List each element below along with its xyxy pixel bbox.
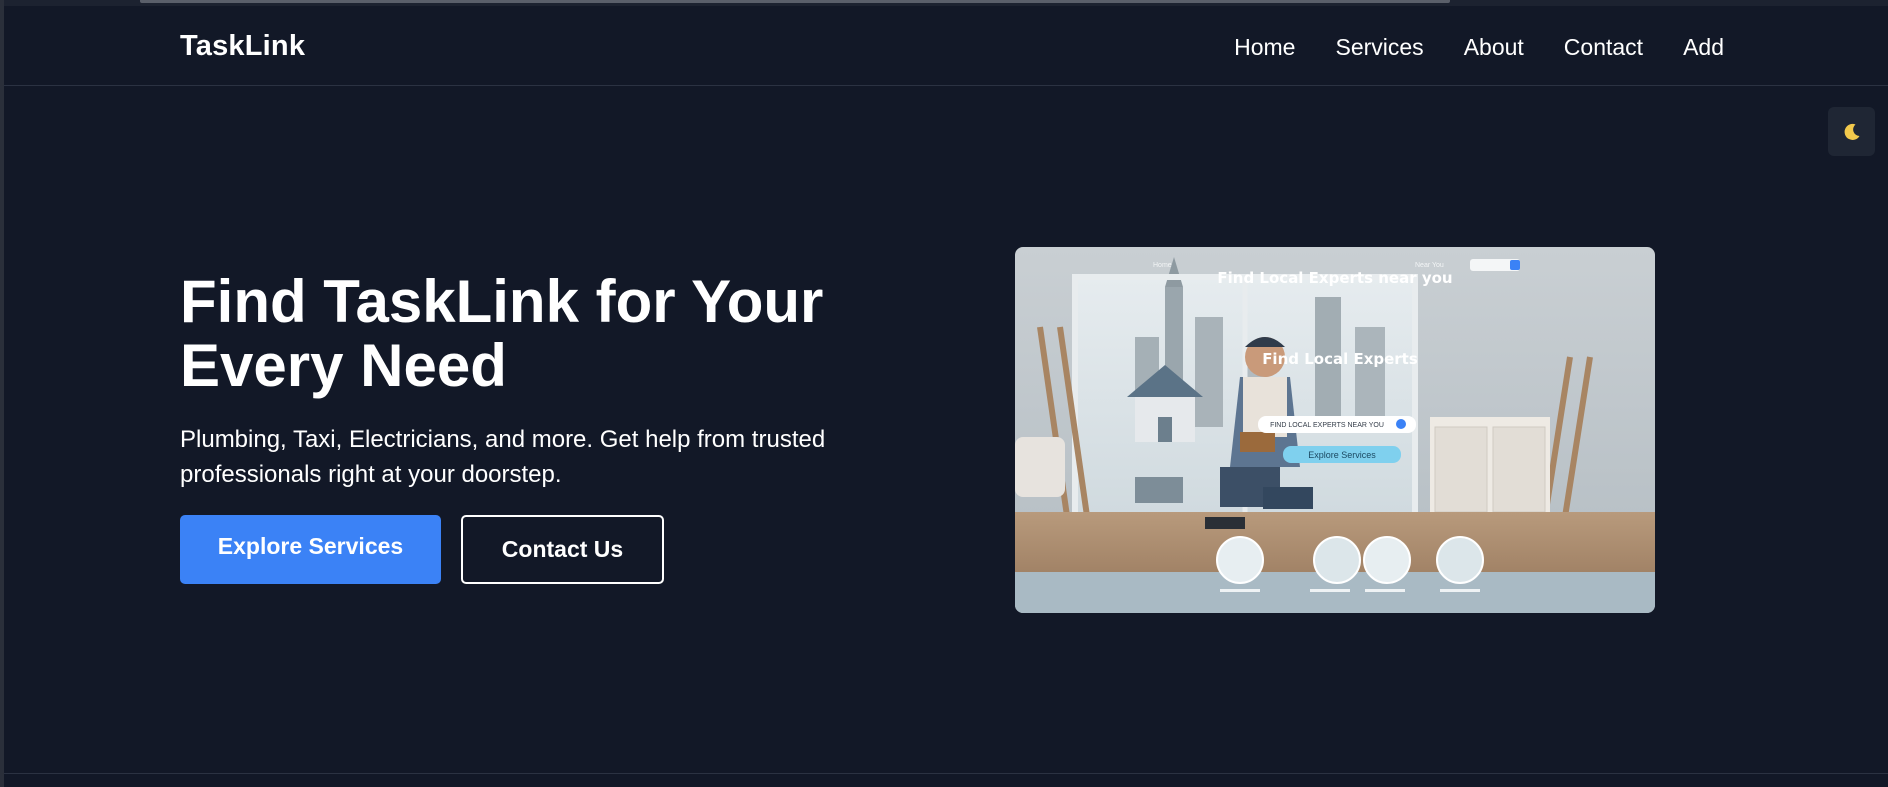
nav-links: Home Services About Contact Add <box>1234 34 1724 61</box>
hero-title-line-1: Find TaskLink for Your <box>180 268 824 335</box>
explore-services-button[interactable]: Explore Services <box>180 515 441 584</box>
nav-link-services[interactable]: Services <box>1335 34 1423 61</box>
section-divider <box>4 773 1888 774</box>
nav-link-contact[interactable]: Contact <box>1564 34 1643 61</box>
illustration-button-text: Explore Services <box>1308 450 1376 460</box>
tab-strip-line <box>140 0 1450 3</box>
brand-logo[interactable]: TaskLink <box>180 30 305 63</box>
nav-link-about[interactable]: About <box>1464 34 1524 61</box>
hero-subtitle-line-2: professionals right at your doorstep. <box>180 461 562 488</box>
contact-us-button[interactable]: Contact Us <box>461 515 664 584</box>
navbar: TaskLink Home Services About Contact Add <box>4 6 1888 86</box>
hero-subtitle-line-1: Plumbing, Taxi, Electricians, and more. … <box>180 426 826 453</box>
illustration-nav-home: Home <box>1153 262 1172 269</box>
hero-subtitle: Plumbing, Taxi, Electricians, and more. … <box>180 422 900 492</box>
hero-illustration: Home Near You Find Local Experts near yo… <box>1015 247 1655 613</box>
hero-buttons: Explore Services Contact Us <box>180 515 664 584</box>
illustration-search-text: FIND LOCAL EXPERTS NEAR YOU <box>1270 422 1384 429</box>
illustration-heading: Find Local Experts near you <box>1217 269 1452 287</box>
nav-link-add[interactable]: Add <box>1683 34 1724 61</box>
theme-toggle-button[interactable] <box>1828 107 1875 156</box>
browser-frame-left <box>0 0 4 787</box>
hero-title: Find TaskLink for Your Every Need <box>180 270 940 398</box>
illustration-nav-near: Near You <box>1415 262 1444 269</box>
moon-icon <box>1844 123 1859 140</box>
hero-illustration-svg: Home Near You Find Local Experts near yo… <box>1015 247 1655 613</box>
hero-title-line-2: Every Need <box>180 332 507 399</box>
illustration-subheading: Find Local Experts <box>1262 350 1418 368</box>
hero-section: Find TaskLink for Your Every Need Plumbi… <box>180 270 940 492</box>
nav-link-home[interactable]: Home <box>1234 34 1295 61</box>
